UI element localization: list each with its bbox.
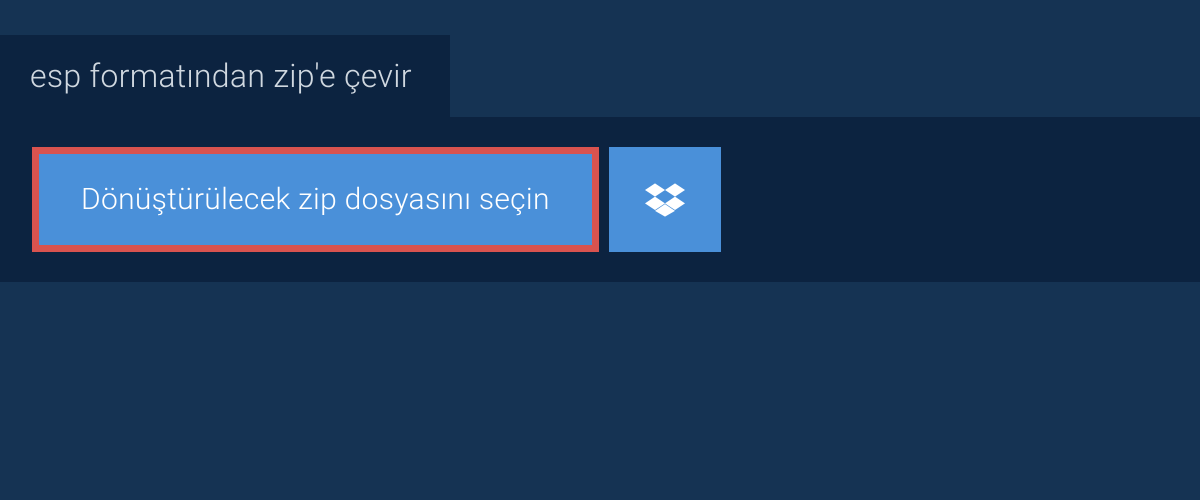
tab-label: esp formatından zip'e çevir — [30, 57, 412, 95]
dropbox-button[interactable] — [609, 147, 721, 252]
select-file-button[interactable]: Dönüştürülecek zip dosyasını seçin — [32, 147, 599, 252]
button-row: Dönüştürülecek zip dosyasını seçin — [32, 147, 1168, 252]
tab-convert-esp-to-zip[interactable]: esp formatından zip'e çevir — [0, 35, 450, 117]
select-file-label: Dönüştürülecek zip dosyasını seçin — [81, 182, 550, 217]
dropbox-icon — [645, 180, 685, 220]
upload-panel: Dönüştürülecek zip dosyasını seçin — [0, 117, 1200, 282]
tab-container: esp formatından zip'e çevir — [0, 0, 1200, 117]
